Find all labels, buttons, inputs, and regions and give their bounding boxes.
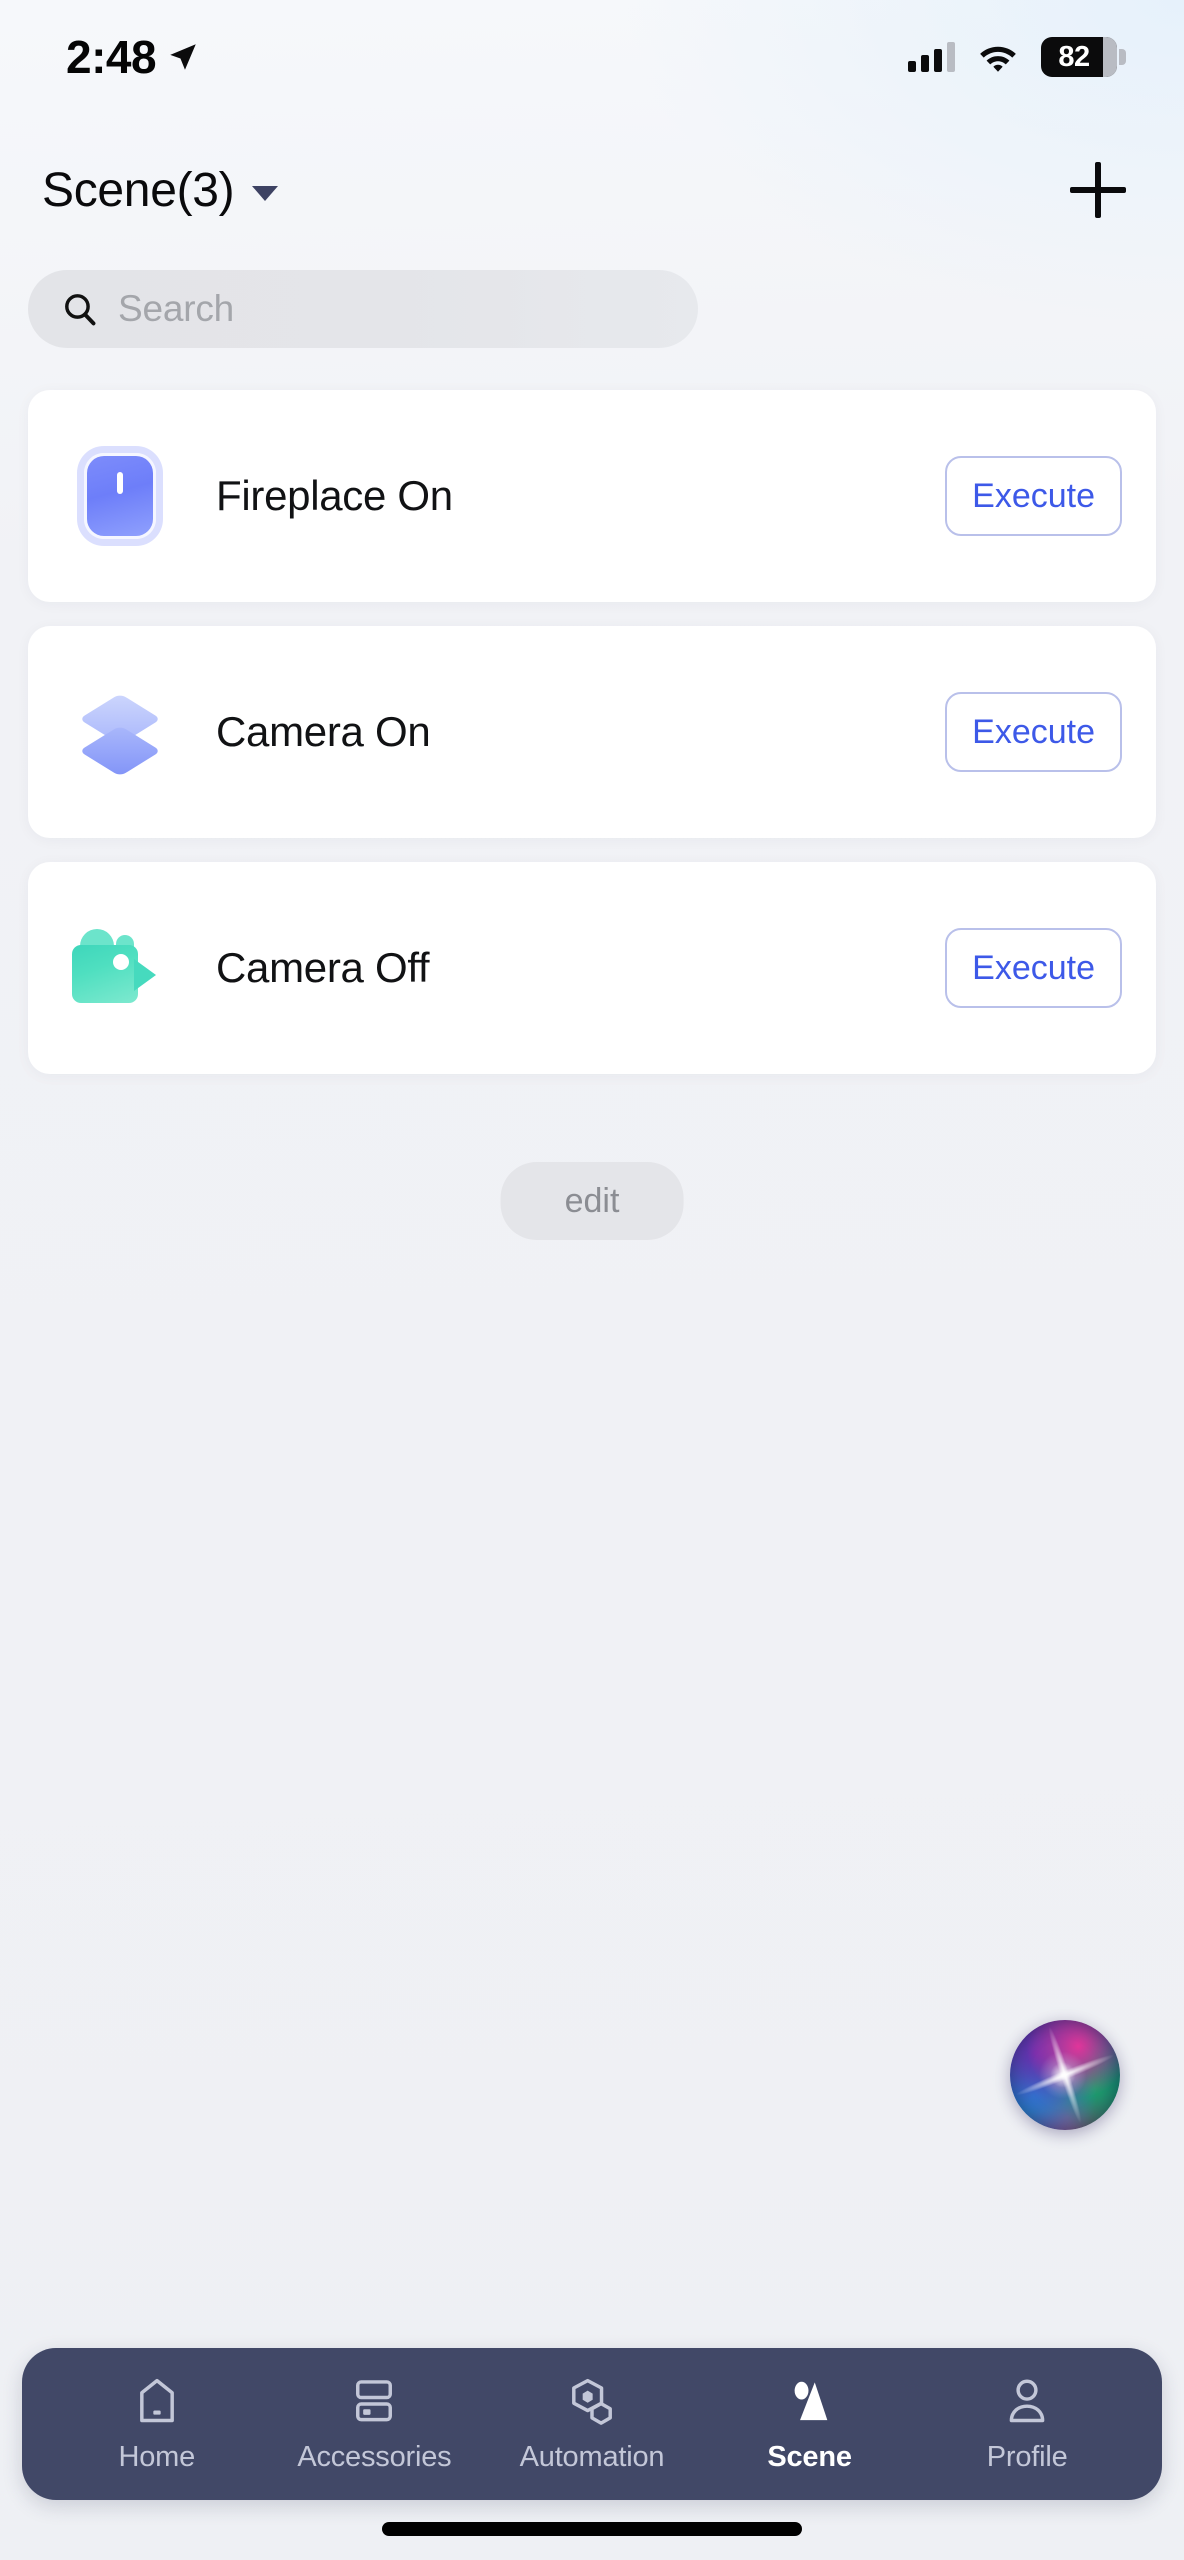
- execute-button[interactable]: Execute: [945, 692, 1122, 772]
- execute-button[interactable]: Execute: [945, 928, 1122, 1008]
- tab-label: Automation: [519, 2440, 665, 2473]
- location-arrow-icon: [170, 44, 196, 70]
- person-icon: [1009, 2379, 1045, 2422]
- scene-icon: [794, 2381, 827, 2420]
- devices-icon: [356, 2379, 393, 2421]
- status-bar: 2:48 82: [0, 0, 1184, 96]
- scene-name: Fireplace On: [216, 472, 453, 519]
- scene-card[interactable]: Camera On Execute: [28, 626, 1156, 838]
- status-bar-right: 82: [908, 37, 1126, 77]
- tab-label: Accessories: [297, 2440, 452, 2473]
- automation-icon: [572, 2378, 612, 2425]
- scene-name: Camera Off: [216, 944, 430, 991]
- siri-orb-icon[interactable]: [1010, 2020, 1120, 2130]
- battery-icon: 82: [1041, 37, 1126, 77]
- scene-list: Fireplace On Execute Camera On Execute C…: [0, 390, 1184, 1098]
- status-bar-left: 2:48: [66, 30, 200, 84]
- page-header: Scene(3): [0, 148, 1184, 232]
- tab-label: Scene: [767, 2440, 852, 2473]
- tab-label: Profile: [986, 2440, 1068, 2473]
- scene-card[interactable]: Fireplace On Execute: [28, 390, 1156, 602]
- chevron-down-icon[interactable]: [252, 185, 279, 201]
- page-title: Scene(3): [42, 163, 235, 217]
- scene-selector[interactable]: Scene(3): [42, 163, 279, 218]
- tab-profile[interactable]: Profile: [918, 2375, 1136, 2474]
- tab-automation[interactable]: Automation: [483, 2375, 701, 2474]
- edit-button[interactable]: edit: [500, 1162, 684, 1240]
- tab-accessories[interactable]: Accessories: [266, 2375, 484, 2474]
- battery-percent: 82: [1058, 40, 1090, 73]
- cellular-signal-icon: [908, 42, 955, 72]
- home-indicator[interactable]: [382, 2522, 802, 2536]
- search-bar[interactable]: Search: [28, 270, 698, 348]
- tab-home[interactable]: Home: [48, 2375, 266, 2474]
- tab-scene[interactable]: Scene: [701, 2375, 919, 2474]
- video-camera-icon: [72, 920, 168, 1016]
- switch-icon: [72, 448, 168, 544]
- tab-label: Home: [118, 2440, 196, 2473]
- execute-button[interactable]: Execute: [945, 456, 1122, 536]
- search-input[interactable]: Search: [118, 288, 234, 330]
- scene-name: Camera On: [216, 708, 431, 755]
- scene-card[interactable]: Camera Off Execute: [28, 862, 1156, 1074]
- status-time: 2:48: [66, 31, 157, 83]
- home-icon: [139, 2378, 174, 2422]
- wifi-icon: [980, 46, 1016, 72]
- bottom-navigation: Home Accessories Automation Scene Profil…: [22, 2348, 1162, 2500]
- add-scene-button[interactable]: [1070, 162, 1126, 218]
- search-icon: [65, 294, 96, 326]
- layers-icon: [72, 684, 168, 780]
